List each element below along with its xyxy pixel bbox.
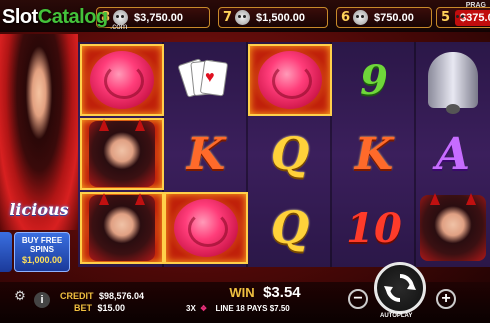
skull-icon	[353, 10, 369, 25]
jackpot-5: 5 $375.00	[436, 7, 490, 28]
spin-arrows-icon	[384, 274, 416, 302]
line-win-info: 3X ❖ LINE 18 PAYS $7.50	[186, 304, 346, 313]
symbol-9: 9	[360, 56, 388, 104]
rose-icon	[174, 199, 238, 257]
rose-icon	[258, 51, 322, 109]
devil-woman-icon	[420, 195, 486, 261]
symbol-q: Q	[270, 202, 310, 254]
symbol-a: A	[435, 128, 471, 180]
gear-icon[interactable]: ⚙	[12, 288, 28, 304]
bet-label: BET	[74, 303, 92, 313]
jackpot-amount: $3,750.00	[134, 11, 183, 24]
win-label: WIN	[229, 285, 255, 300]
playing-cards-icon: ♥	[177, 55, 234, 105]
win-display: WIN $3.54	[190, 284, 340, 302]
jackpot-amount: $750.00	[374, 11, 414, 24]
symbol-rose	[80, 44, 164, 116]
symbol-devil	[80, 118, 164, 190]
win-value: $3.54	[263, 284, 301, 301]
line-text: LINE 18 PAYS	[215, 304, 268, 313]
bell-icon	[428, 52, 478, 114]
symbol-devil	[416, 192, 490, 264]
credit-display: CREDIT $98,576.04	[60, 291, 144, 301]
jackpot-multiplier: 6	[341, 10, 351, 25]
heart-icon: ♥	[205, 69, 215, 86]
line-amount: $7.50	[269, 304, 290, 313]
increase-bet-button[interactable]: +	[436, 289, 456, 309]
side-button[interactable]	[0, 232, 12, 272]
devil-woman-icon	[89, 195, 155, 261]
symbol-devil	[80, 192, 164, 264]
symbol-k: K	[354, 128, 394, 180]
symbol-k: K	[186, 128, 226, 180]
symbol-q: Q	[270, 128, 310, 180]
symbol-bell	[416, 44, 490, 116]
jackpot-amount: $1,500.00	[256, 11, 305, 24]
provider-label: PRAG	[465, 2, 486, 9]
bet-display: BET $15.00	[74, 303, 125, 313]
watermark-logo: SlotCatalog	[2, 6, 108, 28]
info-icon[interactable]: i	[34, 292, 50, 308]
skull-icon	[235, 10, 251, 25]
credit-value: $98,576.04	[99, 291, 145, 301]
buy-free-spins-label: BUY FREE SPINS	[21, 236, 63, 254]
gem-icon: ❖	[200, 304, 208, 313]
buy-free-spins-price: $1,000.00	[21, 255, 63, 265]
symbol-rose	[248, 44, 332, 116]
spin-button[interactable]	[374, 262, 426, 314]
decrease-bet-button[interactable]: −	[348, 289, 368, 309]
autoplay-button[interactable]: AUTOPLAY	[380, 313, 412, 319]
symbol-cards: ♥	[164, 44, 248, 116]
jackpot-7: 7 $1,500.00	[218, 7, 328, 28]
jackpot-multiplier: 7	[223, 10, 233, 25]
game-stage: 8 $3,750.00 7 $1,500.00 6 $750.00 5 $375…	[0, 0, 490, 323]
rose-icon	[90, 51, 154, 109]
credit-label: CREDIT	[60, 291, 94, 301]
watermark-domain: .com	[110, 22, 128, 31]
devil-woman-icon	[89, 121, 155, 187]
bet-value: $15.00	[97, 303, 126, 313]
symbol-rose	[164, 192, 248, 264]
buy-free-spins-button[interactable]: BUY FREE SPINS $1,000.00	[14, 232, 70, 272]
jackpot-multiplier: 5	[441, 10, 451, 25]
game-title-logo: licious	[9, 199, 69, 219]
symbol-10: 10	[346, 204, 402, 252]
line-multiplier: 3X	[186, 304, 196, 313]
jackpot-6: 6 $750.00	[336, 7, 432, 28]
jackpot-amount: $375.00	[455, 9, 490, 26]
